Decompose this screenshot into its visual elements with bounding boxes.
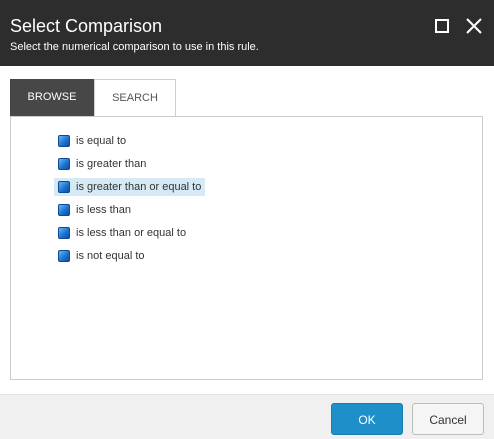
dialog-subtitle: Select the numerical comparison to use i… (10, 41, 259, 53)
dialog-footer: OK Cancel (0, 394, 494, 439)
close-icon (466, 18, 482, 34)
select-comparison-dialog: Select Comparison Select the numerical c… (0, 0, 494, 439)
maximize-button[interactable] (432, 16, 452, 36)
comparison-icon (58, 204, 70, 216)
list-item[interactable]: is not equal to (54, 247, 149, 265)
list-item[interactable]: is greater than (54, 155, 150, 173)
comparison-icon (58, 181, 70, 193)
list-item-label: is less than (76, 204, 132, 216)
list-item-label: is equal to (76, 135, 127, 147)
list-item[interactable]: is less than or equal to (54, 224, 190, 242)
list-item[interactable]: is less than (54, 201, 135, 219)
list-item[interactable]: is equal to (54, 132, 130, 150)
comparison-list-panel: is equal to is greater than is greater t… (10, 116, 483, 380)
list-item-label: is greater than (76, 158, 147, 170)
tab-browse[interactable]: BROWSE (10, 79, 94, 116)
list-item-label: is not equal to (76, 250, 145, 262)
close-button[interactable] (464, 16, 484, 36)
list-item-selected[interactable]: is greater than or equal to (54, 178, 206, 196)
tab-search[interactable]: SEARCH (94, 79, 176, 116)
list-item-label: is less than or equal to (76, 227, 187, 239)
comparison-icon (58, 158, 70, 170)
list-item-label: is greater than or equal to (76, 181, 202, 193)
cancel-button[interactable]: Cancel (412, 403, 484, 435)
dialog-header: Select Comparison Select the numerical c… (0, 0, 494, 66)
comparison-icon (58, 250, 70, 262)
dialog-content: BROWSE SEARCH is equal to is greater tha… (0, 66, 494, 394)
dialog-title: Select Comparison (10, 16, 163, 36)
comparison-icon (58, 135, 70, 147)
maximize-icon (435, 19, 449, 33)
ok-button[interactable]: OK (331, 403, 403, 435)
comparison-icon (58, 227, 70, 239)
